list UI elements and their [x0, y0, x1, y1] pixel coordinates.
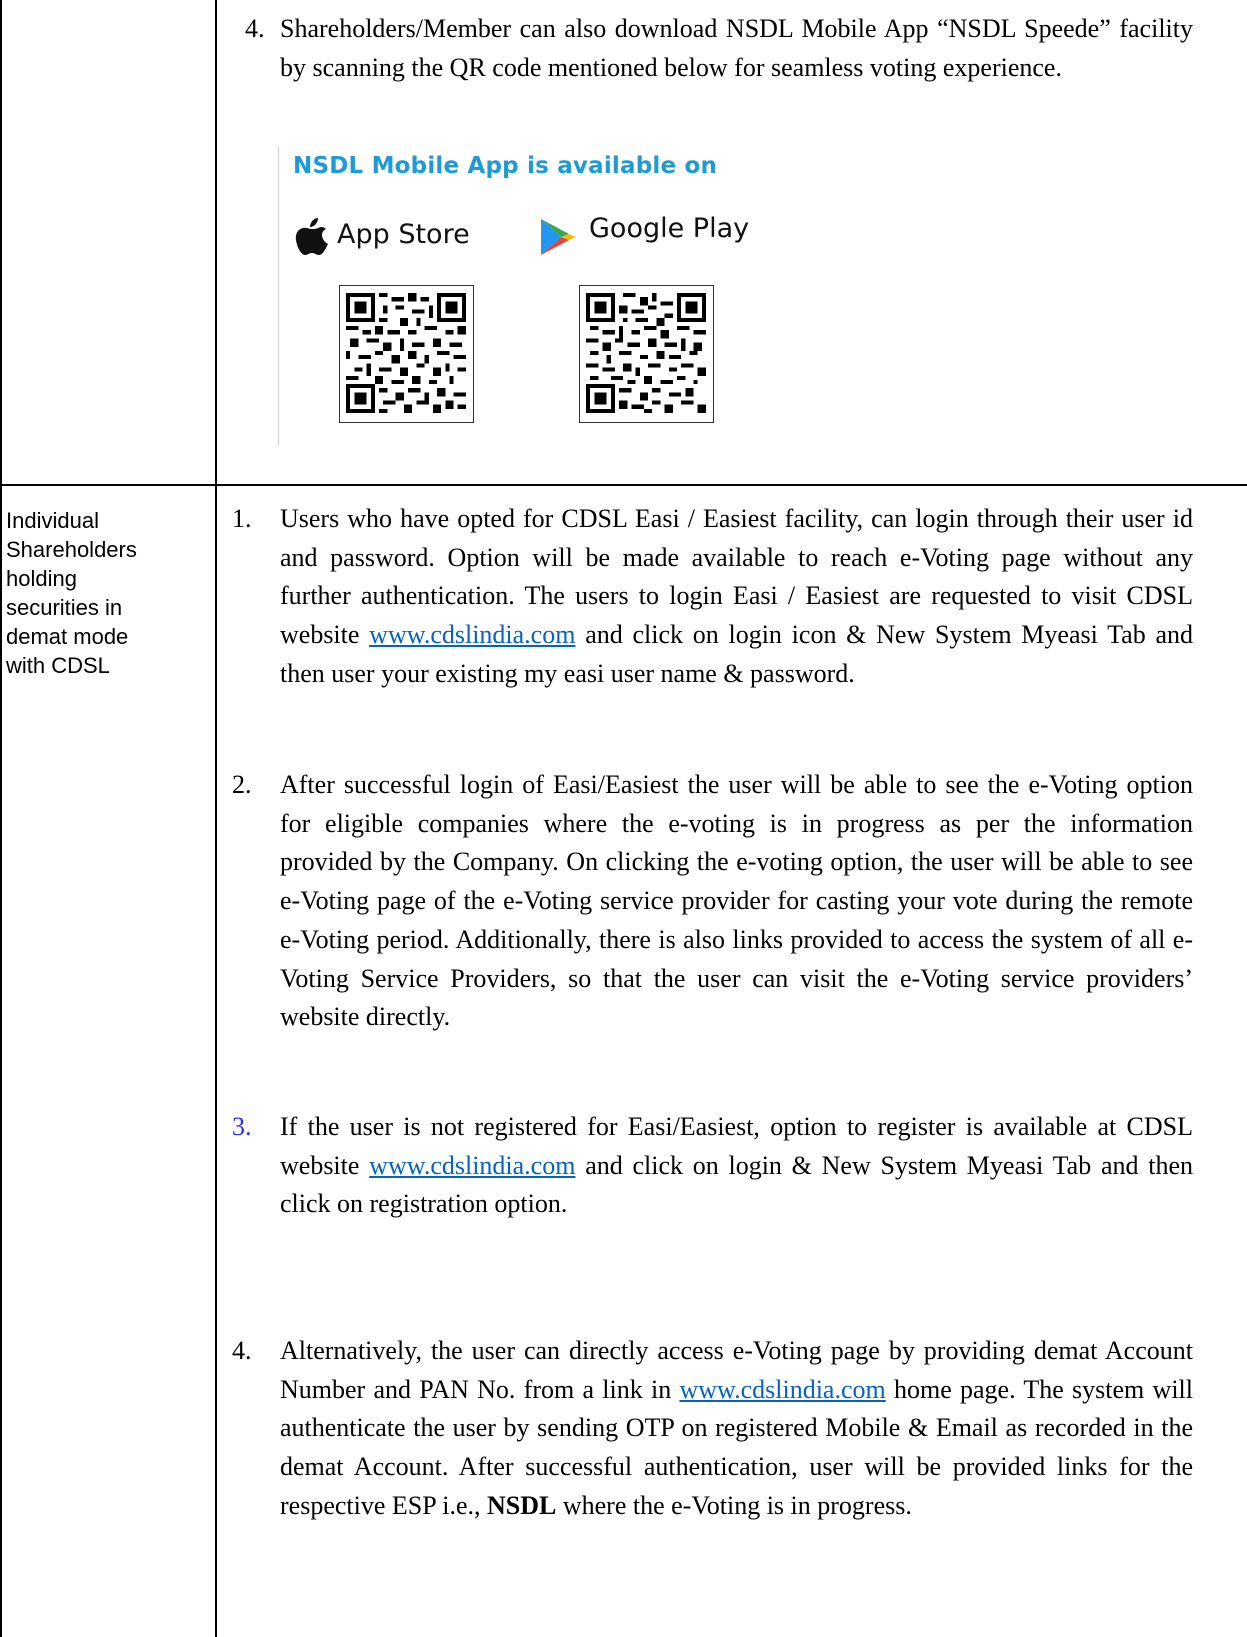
cdsl-website-link[interactable]: www.cdslindia.com — [679, 1375, 885, 1404]
esp-name: NSDL — [486, 1490, 557, 1520]
list-item-number: 1. — [232, 504, 252, 533]
row-label-line: securities in — [6, 595, 123, 620]
row-label-line: demat mode — [6, 624, 129, 649]
google-play-badge[interactable]: Google Play — [539, 213, 779, 257]
table-border-left — [0, 0, 2, 1637]
row-label-line: holding — [6, 566, 77, 591]
app-banner-title: NSDL Mobile App is available on — [293, 153, 718, 179]
list-item: Users who have opted for CDSL Easi / Eas… — [280, 500, 1193, 694]
row-label-line: Shareholders — [6, 537, 137, 562]
list-item: If the user is not registered for Easi/E… — [280, 1108, 1193, 1224]
list-item-text: where the e-Voting is in progress. — [556, 1490, 912, 1520]
app-store-badge[interactable]: App Store — [295, 217, 505, 257]
row-label-line: with CDSL — [6, 653, 110, 678]
cdsl-website-link[interactable]: www.cdslindia.com — [369, 1151, 575, 1180]
app-store-label: App Store — [337, 219, 470, 250]
list-item-number: 4. — [232, 1336, 252, 1365]
item-number: 4. — [245, 14, 265, 43]
table-row-divider — [0, 484, 1247, 486]
list-item-number: 2. — [232, 770, 252, 799]
item-text: Shareholders/Member can also download NS… — [280, 14, 1193, 82]
list-item-number: 3. — [232, 1112, 252, 1141]
list-item: After successful login of Easi/Easiest t… — [280, 770, 1193, 1032]
cdsl-website-link[interactable]: www.cdslindia.com — [369, 620, 575, 649]
table-column-divider — [215, 0, 217, 1637]
apple-icon — [295, 217, 329, 262]
google-play-label: Google Play — [589, 213, 750, 244]
google-play-qr-code — [579, 285, 714, 423]
row-label-line: Individual — [6, 508, 99, 533]
app-store-qr-code — [339, 285, 474, 423]
row-label: Individual Shareholders holding securiti… — [6, 506, 211, 680]
app-banner: NSDL Mobile App is available on App Stor… — [278, 147, 799, 445]
list-item: Alternatively, the user can directly acc… — [280, 1332, 1193, 1526]
google-play-icon — [539, 217, 577, 262]
